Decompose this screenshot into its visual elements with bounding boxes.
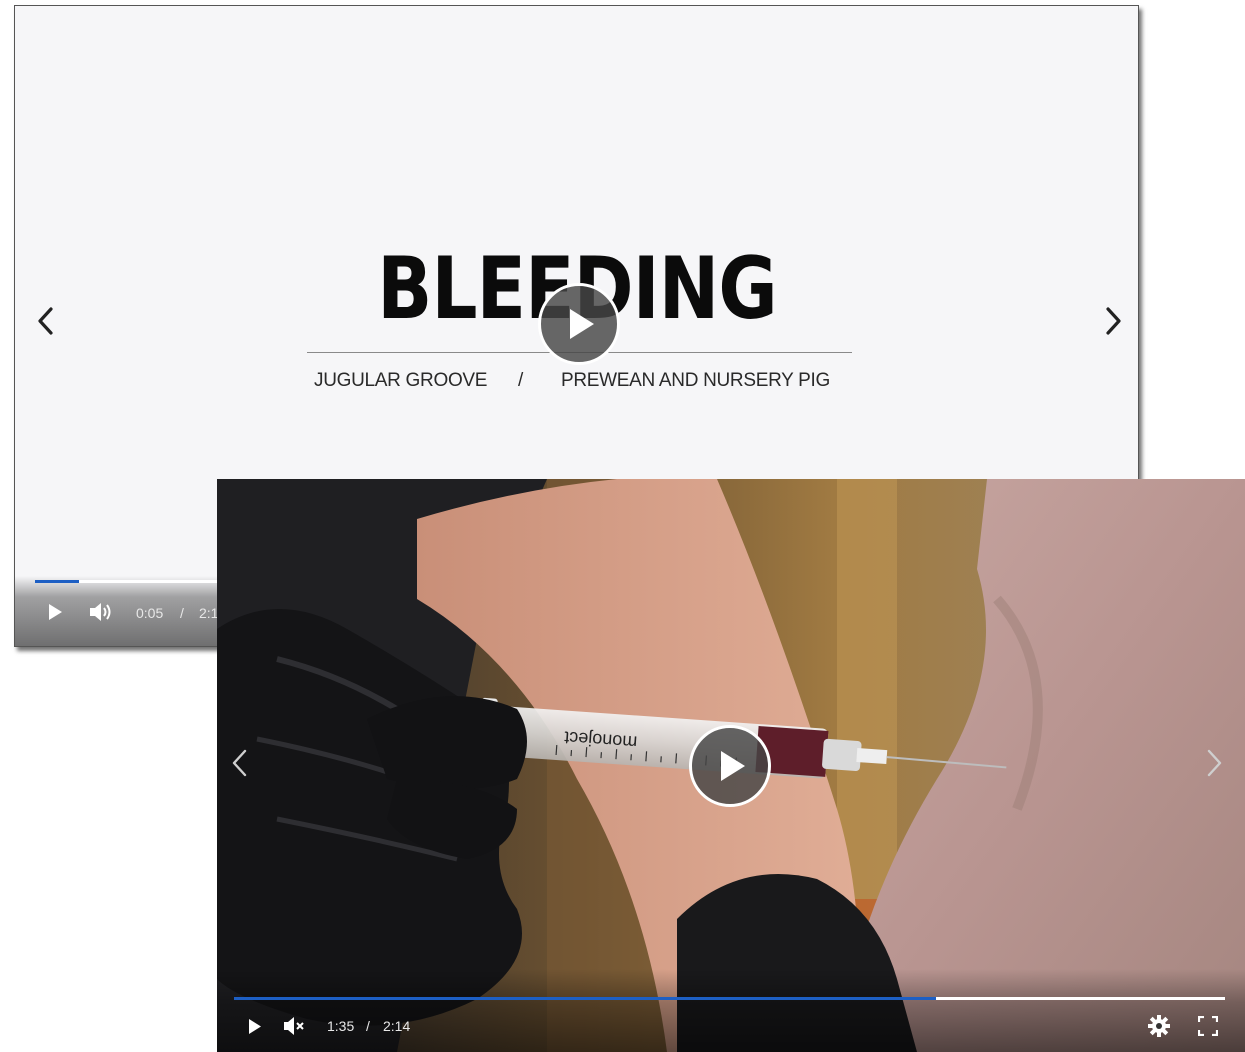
procedure-video-player[interactable]: monoject 1:35 / 2:14 [217, 479, 1245, 1052]
play-button[interactable] [243, 1015, 265, 1037]
center-play-button[interactable] [689, 725, 771, 807]
play-button[interactable] [43, 600, 67, 624]
play-icon [570, 309, 594, 339]
progress-fill [234, 997, 936, 1000]
mute-button[interactable] [281, 1014, 307, 1038]
fullscreen-icon [1198, 1016, 1218, 1036]
prev-chevron-left-icon[interactable] [223, 741, 257, 785]
duration: 2:14 [383, 1018, 411, 1034]
prev-chevron-left-icon[interactable] [29, 299, 63, 343]
control-bar: 1:35 / 2:14 [217, 969, 1245, 1052]
play-icon [721, 751, 745, 781]
settings-button[interactable] [1147, 1014, 1171, 1038]
volume-muted-icon [284, 1017, 304, 1035]
play-icon [248, 1018, 261, 1034]
subtitle-separator: / [518, 370, 523, 391]
time-separator: / [180, 605, 184, 621]
current-time: 0:05 [136, 605, 164, 621]
volume-button[interactable] [87, 599, 115, 625]
next-chevron-right-icon[interactable] [1096, 299, 1130, 343]
volume-icon [90, 603, 111, 621]
gear-icon [1148, 1015, 1170, 1037]
subtitle-right: PREWEAN AND NURSERY PIG [561, 370, 831, 391]
next-chevron-right-icon[interactable] [1197, 741, 1231, 785]
progress-fill [35, 580, 79, 583]
subtitle-left: JUGULAR GROOVE [314, 370, 488, 391]
play-icon [49, 604, 62, 620]
center-play-button[interactable] [538, 283, 620, 365]
fullscreen-button[interactable] [1196, 1014, 1220, 1038]
current-time: 1:35 [327, 1018, 355, 1034]
duration: 2:1 [199, 605, 219, 621]
progress-bar[interactable] [234, 997, 1225, 1000]
time-separator: / [366, 1018, 370, 1034]
